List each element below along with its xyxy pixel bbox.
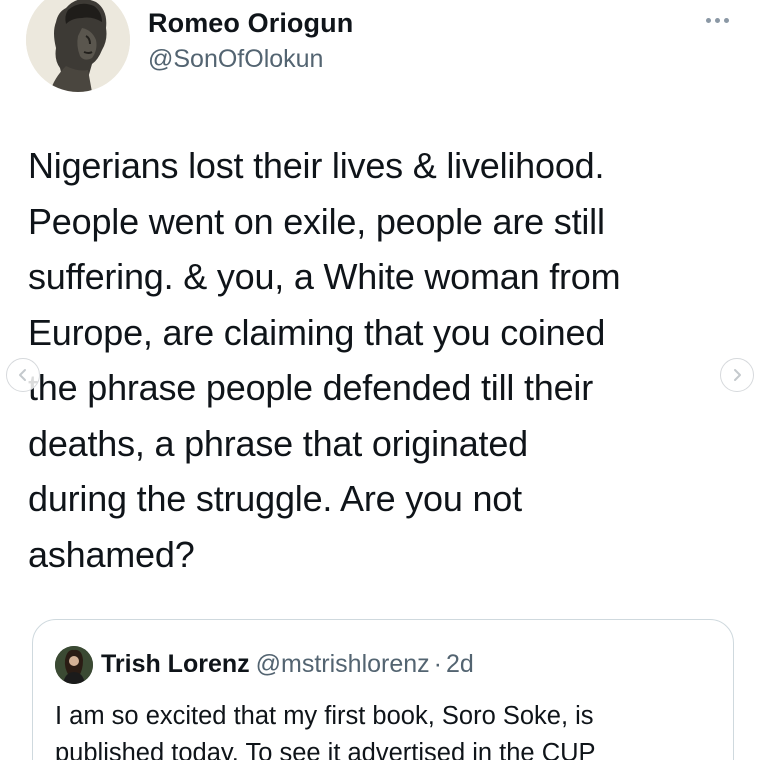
more-options-button[interactable] [700,8,734,32]
quoted-text: I am so excited that my first book, Soro… [55,698,725,760]
more-horizontal-icon-dot [714,17,720,23]
carousel-next-button[interactable] [720,358,754,392]
tweet-text: Nigerians lost their lives & livelihood.… [28,145,621,575]
separator-dot: · [433,650,442,678]
quoted-tweet[interactable]: Trish Lorenz @mstrishlorenz · 2d I am so ex… [32,619,734,760]
quoted-portrait-image [55,646,93,684]
portrait-image [26,0,130,92]
more-horizontal-icon [705,17,711,23]
quoted-author-name[interactable]: Trish Lorenz [101,650,250,678]
carousel-prev-button[interactable] [6,358,40,392]
quoted-text-line: I am so excited that my first book, Soro… [55,702,594,730]
chevron-left-icon [19,369,26,381]
author-handle[interactable]: @SonOfOlokun [148,45,323,74]
quoted-text-line: published today. To see it advertised in… [55,739,596,760]
quoted-timestamp[interactable]: 2d [446,650,474,678]
quoted-author-avatar[interactable] [55,646,93,684]
chevron-right-icon [734,369,741,381]
tweet-screenshot: Romeo Oriogun @SonOfOlokun Nigerians los… [0,0,771,760]
author-avatar[interactable] [26,0,130,92]
more-horizontal-icon-dot [723,17,729,23]
quoted-header: Trish Lorenz @mstrishlorenz · 2d [101,650,474,679]
author-name[interactable]: Romeo Oriogun [148,8,353,39]
quoted-author-handle[interactable]: @mstrishlorenz [256,650,430,678]
